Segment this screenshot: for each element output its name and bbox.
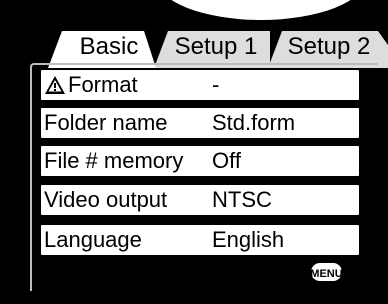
menu-item-value: NTSC (212, 187, 272, 212)
menu-item-value: - (212, 72, 220, 97)
menu-item-format[interactable]: Format - (41, 70, 359, 100)
menu-item-label: File # memory (44, 148, 184, 173)
menu-item-label: Language (44, 227, 142, 252)
menu-item-file-memory[interactable]: File # memory Off (41, 146, 359, 176)
menu-item-value: English (212, 227, 285, 252)
menu-item-video-output[interactable]: Video output NTSC (41, 185, 359, 215)
menu-item-value: Off (212, 148, 241, 173)
tab-bar: Basic Setup 1 Setup 2 (0, 0, 388, 70)
menu-item-language[interactable]: Language English (41, 225, 359, 255)
menu-back-icon[interactable]: MENU (309, 260, 361, 284)
tab-setup-1[interactable]: Setup 1 (162, 33, 270, 61)
warning-icon (45, 76, 65, 94)
tab-setup-2[interactable]: Setup 2 (274, 33, 384, 61)
menu-item-folder-name[interactable]: Folder name Std.form (41, 108, 359, 138)
menu-item-value: Std.form (212, 110, 296, 135)
menu-item-label: Folder name (44, 110, 168, 135)
menu-key-label: MENU (310, 268, 342, 280)
camera-menu-screen: Basic Setup 1 Setup 2 Format - Folder na… (0, 0, 388, 304)
tab-basic[interactable]: Basic (62, 33, 156, 61)
menu-item-label: Video output (44, 187, 168, 212)
menu-item-label: Format (68, 72, 138, 97)
